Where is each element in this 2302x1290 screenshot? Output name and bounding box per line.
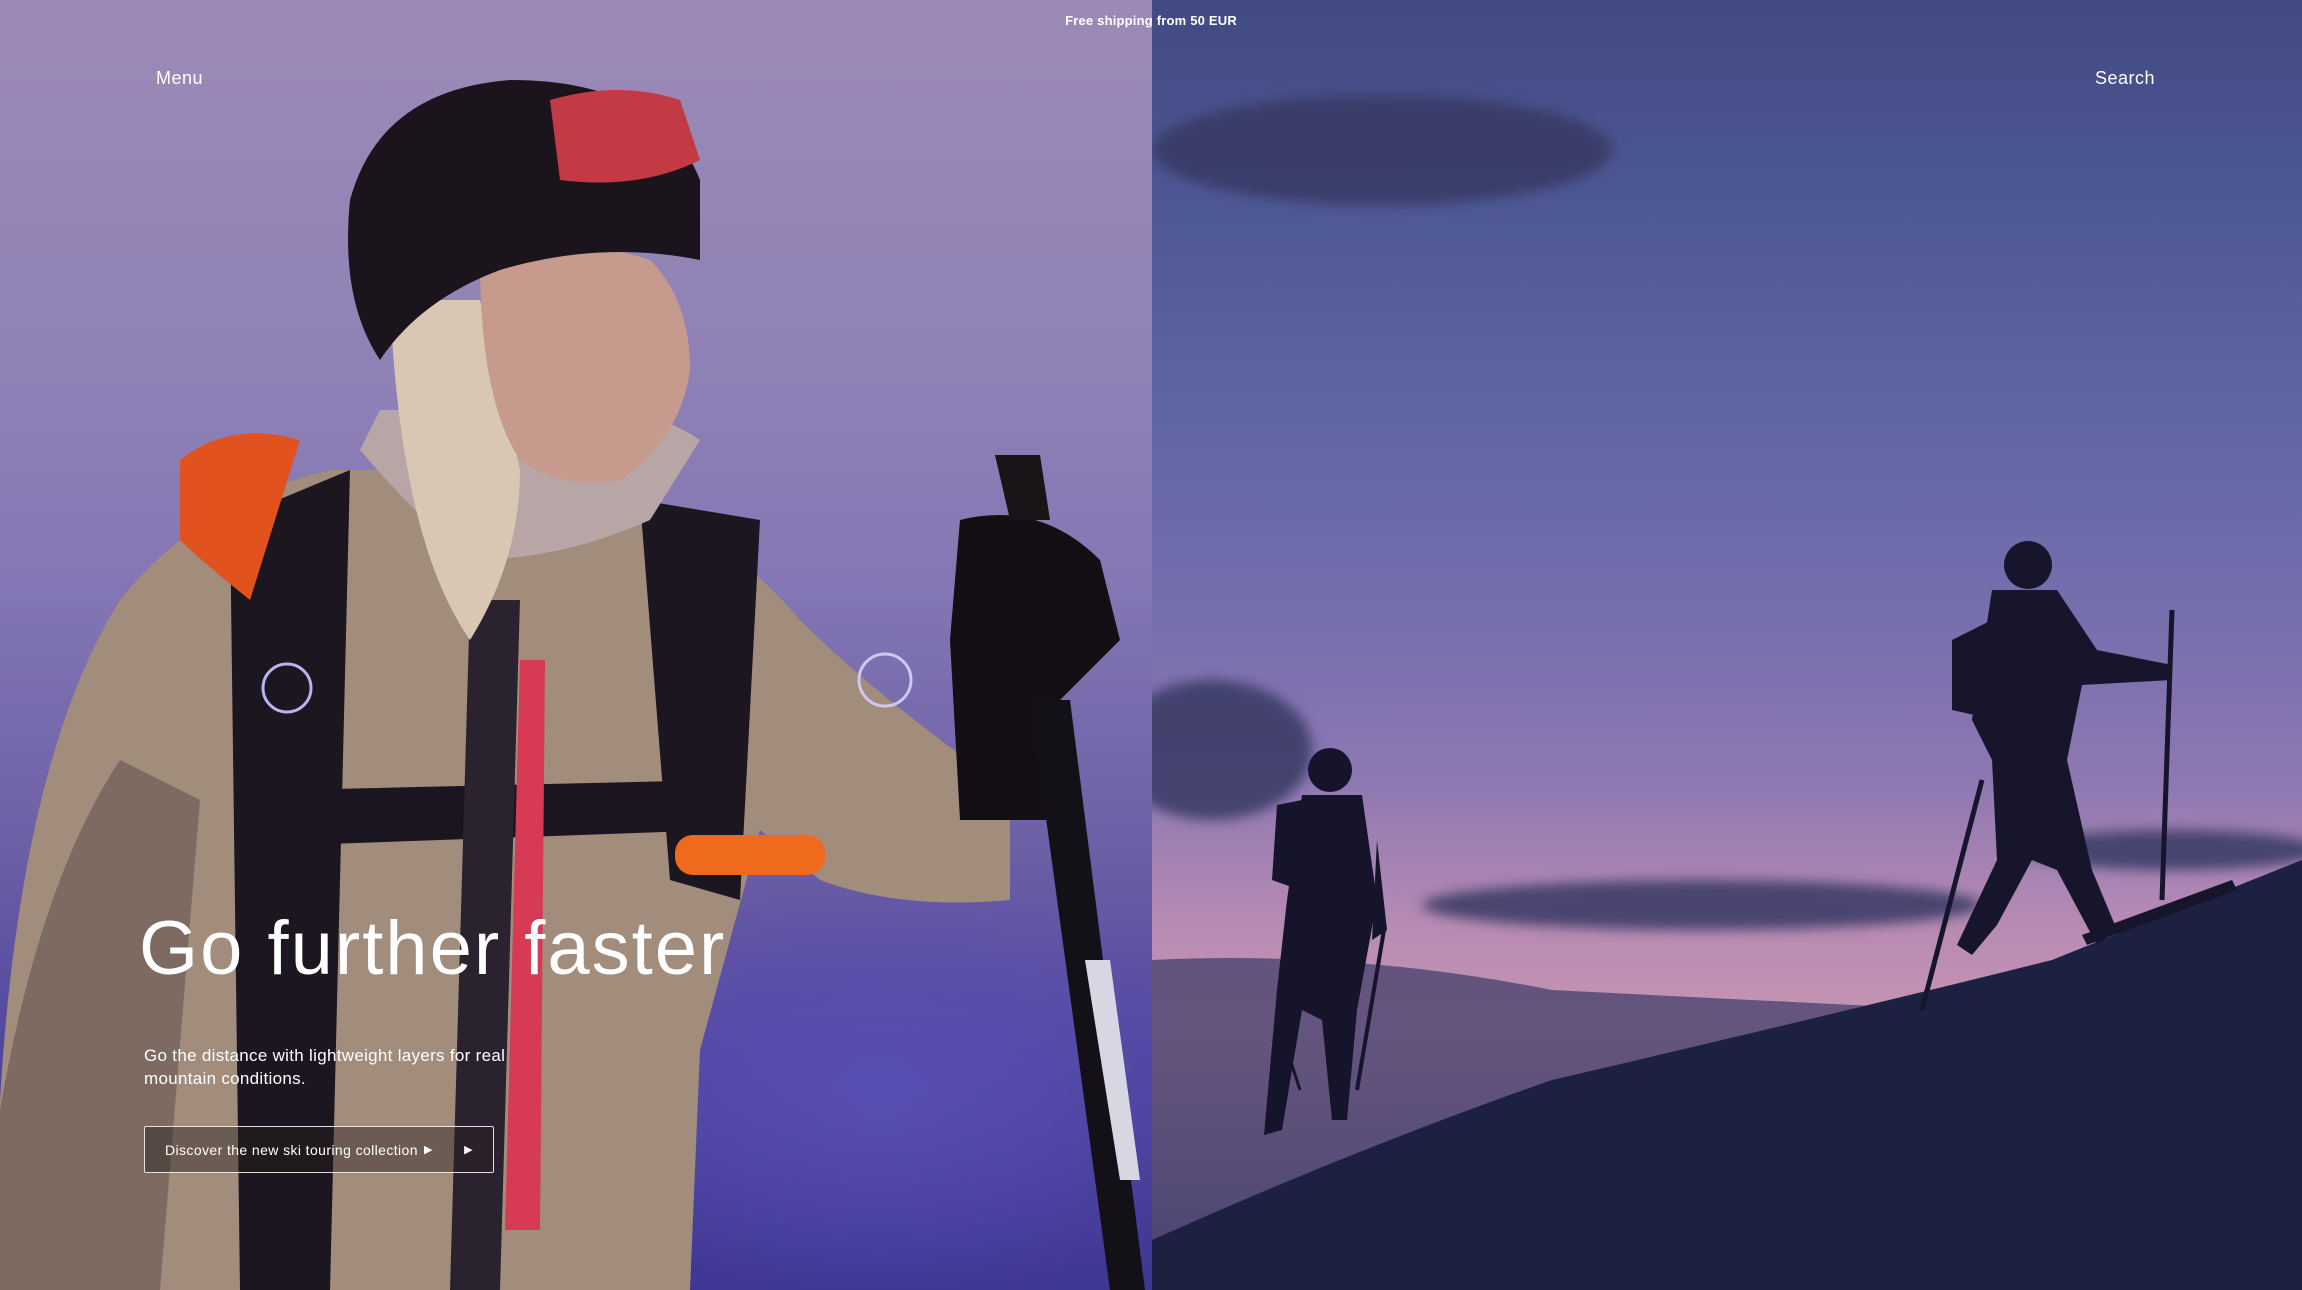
hero-image-right	[1152, 0, 2302, 1290]
discover-collection-button[interactable]: Discover the new ski touring collection …	[144, 1126, 494, 1173]
free-shipping-text: Free shipping from 50 EUR	[1065, 12, 1237, 28]
menu-button[interactable]: Menu	[156, 68, 203, 89]
hero-title: Go further faster	[139, 906, 727, 991]
page: Free shipping from 50 EUR Menu Search Go…	[0, 0, 2302, 1290]
promo-bar: Free shipping from 50 EUR	[0, 0, 2302, 40]
play-arrow-icon: ▶	[423, 1144, 433, 1156]
hero-image-left	[0, 0, 1152, 1290]
skier-portrait-illustration	[0, 80, 1145, 1290]
search-button[interactable]: Search	[2095, 68, 2155, 89]
play-arrow-icon: ▶	[464, 1144, 473, 1156]
hero-subtitle: Go the distance with lightweight layers …	[144, 1046, 506, 1088]
mountain-silhouette	[1152, 541, 2302, 1290]
cta-label: Discover the new ski touring collection	[165, 1141, 418, 1158]
